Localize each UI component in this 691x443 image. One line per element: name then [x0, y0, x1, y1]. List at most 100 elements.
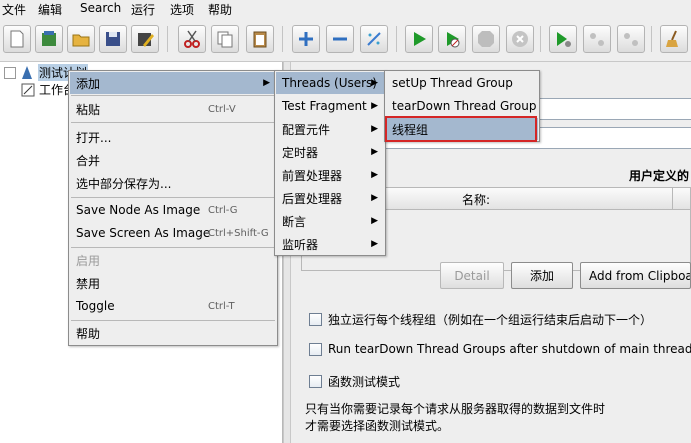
add-from-clipboard-button[interactable]: Add from Clipboa — [580, 262, 691, 289]
submenu-arrow-icon: ▶ — [371, 193, 378, 203]
highlight-outline — [385, 116, 537, 142]
save-icon — [106, 32, 120, 46]
submenu-item-test-fragment[interactable]: Test Fragment ▶ — [276, 95, 384, 117]
menu-item-save-node-image[interactable]: Save Node As Image Ctrl-G — [70, 199, 276, 221]
menu-item-merge[interactable]: 合并 — [70, 149, 276, 171]
menu-item-paste[interactable]: 粘贴 Ctrl-V — [70, 98, 276, 120]
menu-edit[interactable]: 编辑 — [38, 1, 62, 18]
submenu-item-threads[interactable]: Threads (Users) ▶ — [276, 72, 384, 94]
save-as-icon — [138, 33, 154, 47]
open-folder-icon — [72, 34, 90, 47]
submenu-arrow-icon: ▶ — [371, 101, 378, 111]
tree-expand-icon[interactable] — [4, 66, 16, 79]
menu-item-help[interactable]: 帮助 — [70, 322, 276, 344]
submenu-arrow-icon: ▶ — [371, 147, 378, 157]
menu-item-label: 后置处理器 — [282, 191, 343, 206]
minus-icon — [333, 37, 347, 41]
menu-item-label: 打开... — [76, 130, 112, 145]
expand-all-button[interactable] — [292, 25, 320, 53]
cut-button[interactable] — [178, 25, 206, 53]
checkbox-box[interactable] — [309, 342, 322, 356]
detail-button[interactable]: Detail — [440, 262, 504, 289]
submenu-item-post-processor[interactable]: 后置处理器 ▶ — [276, 187, 384, 209]
shutdown-icon — [512, 31, 528, 47]
clear-button[interactable] — [660, 25, 688, 53]
menu-item-label: Save Screen As Image — [76, 226, 211, 240]
toggle-button[interactable] — [360, 25, 388, 53]
checkbox-label: 独立运行每个线程组（例如在一个组运行结束后启动下一个） — [328, 313, 653, 327]
stop-button[interactable] — [472, 25, 500, 53]
menu-divider — [71, 122, 275, 123]
remote-exit-icon — [624, 33, 638, 46]
name-column-header: 名称: — [462, 193, 491, 207]
shutdown-button[interactable] — [506, 25, 534, 53]
add-button[interactable]: 添加 — [511, 262, 573, 289]
toolbar — [0, 20, 691, 62]
menu-help[interactable]: 帮助 — [208, 1, 232, 18]
menu-item-label: Test Fragment — [282, 99, 367, 113]
templates-icon — [42, 31, 56, 46]
new-file-icon — [10, 30, 24, 48]
menu-item-label: 断言 — [282, 214, 307, 229]
checkbox-label: Run tearDown Thread Groups after shutdow… — [328, 342, 691, 356]
checkbox-label: 函数测试模式 — [328, 375, 401, 389]
submenu-item-config-element[interactable]: 配置元件 ▶ — [276, 118, 384, 140]
menu-options[interactable]: 选项 — [170, 1, 194, 18]
wand-icon — [367, 32, 381, 46]
menu-item-label: 监听器 — [282, 237, 319, 252]
submenu-arrow-icon: ▶ — [371, 216, 378, 226]
menu-item-label: 粘贴 — [76, 102, 101, 117]
toolbar-separator — [396, 26, 397, 52]
test-plan-icon — [22, 65, 32, 79]
submenu-item-teardown-thread-group[interactable]: tearDown Thread Group — [386, 95, 538, 117]
menu-item-label: 合并 — [76, 153, 101, 168]
copy-button[interactable] — [211, 25, 239, 53]
toolbar-separator — [282, 26, 283, 52]
teardown-after-shutdown-checkbox[interactable]: Run tearDown Thread Groups after shutdow… — [309, 342, 691, 356]
tree-node-workbench[interactable]: 工作台 — [20, 81, 75, 98]
submenu-arrow-icon: ▶ — [371, 239, 378, 249]
save-button[interactable] — [99, 25, 127, 53]
start-button[interactable] — [405, 25, 433, 53]
add-submenu: Threads (Users) ▶ Test Fragment ▶ 配置元件 ▶… — [274, 70, 386, 256]
start-no-pauses-button[interactable] — [438, 25, 466, 53]
submenu-item-listener[interactable]: 监听器 ▶ — [276, 233, 384, 255]
independent-run-checkbox[interactable]: 独立运行每个线程组（例如在一个组运行结束后启动下一个） — [309, 311, 652, 328]
checkbox-box[interactable] — [309, 313, 322, 326]
menu-item-label: 定时器 — [282, 145, 319, 160]
functional-test-mode-checkbox[interactable]: 函数测试模式 — [309, 373, 400, 390]
remote-stop-button[interactable] — [583, 25, 611, 53]
submenu-item-timer[interactable]: 定时器 ▶ — [276, 141, 384, 163]
menu-run[interactable]: 运行 — [131, 1, 155, 18]
menu-item-save-selection[interactable]: 选中部分保存为... — [70, 172, 276, 194]
menu-item-label: 添加 — [76, 76, 101, 91]
submenu-item-setup-thread-group[interactable]: setUp Thread Group — [386, 72, 538, 94]
menu-item-enable[interactable]: 启用 — [70, 249, 276, 271]
menu-search[interactable]: Search — [80, 1, 121, 15]
open-button[interactable] — [67, 25, 95, 53]
toolbar-separator — [167, 26, 168, 52]
new-button[interactable] — [3, 25, 31, 53]
submenu-arrow-icon: ▶ — [371, 170, 378, 180]
menu-item-toggle[interactable]: Toggle Ctrl-T — [70, 295, 276, 317]
menu-file[interactable]: 文件 — [2, 1, 26, 18]
remote-exit-button[interactable] — [617, 25, 645, 53]
remote-start-button[interactable] — [549, 25, 577, 53]
templates-button[interactable] — [35, 25, 63, 53]
save-as-button[interactable] — [131, 25, 159, 53]
menu-item-save-screen-image[interactable]: Save Screen As Image Ctrl+Shift-G — [70, 222, 276, 244]
menu-item-label: setUp Thread Group — [392, 76, 513, 90]
collapse-all-button[interactable] — [326, 25, 354, 53]
column-divider — [672, 188, 673, 210]
menu-item-label: 配置元件 — [282, 122, 331, 137]
menu-item-disable[interactable]: 禁用 — [70, 272, 276, 294]
submenu-item-pre-processor[interactable]: 前置处理器 ▶ — [276, 164, 384, 186]
menu-item-open[interactable]: 打开... — [70, 126, 276, 148]
checkbox-box[interactable] — [309, 375, 322, 388]
plus-icon — [299, 32, 313, 46]
menu-item-shortcut: Ctrl-G — [208, 204, 238, 216]
paste-button[interactable] — [246, 25, 274, 53]
menu-divider — [71, 247, 275, 248]
submenu-item-assertion[interactable]: 断言 ▶ — [276, 210, 384, 232]
menu-item-add[interactable]: 添加 ▶ — [70, 72, 276, 94]
